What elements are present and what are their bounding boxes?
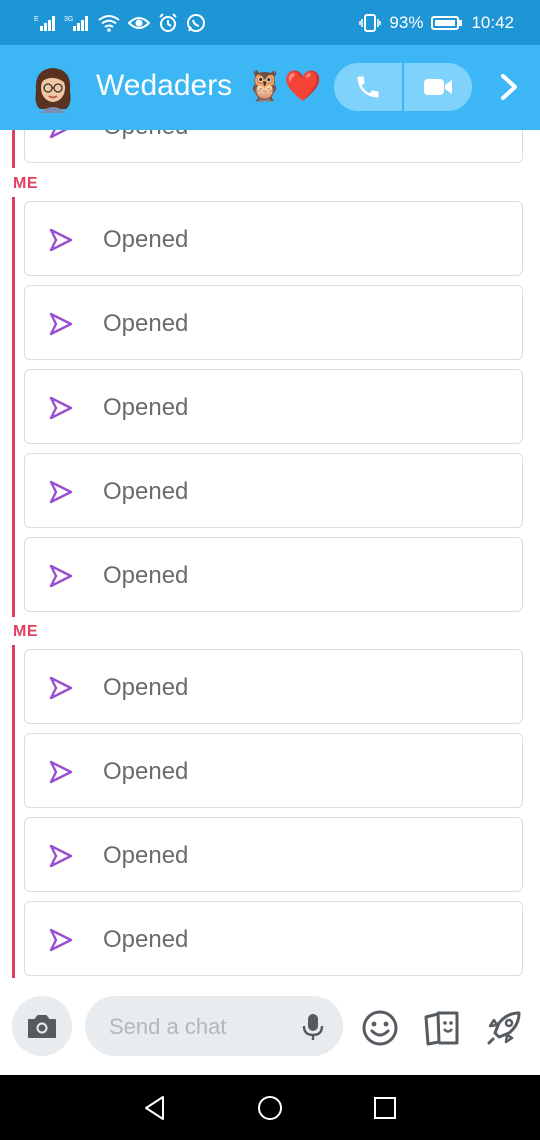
message-card[interactable]: Opened (24, 817, 523, 892)
system-nav-bar (0, 1075, 540, 1140)
sender-rail (12, 130, 15, 168)
stickers-icon[interactable] (423, 1009, 461, 1047)
message-card[interactable]: Opened (24, 901, 523, 976)
sent-arrow-icon (49, 760, 73, 784)
owl-emoji: 🦉 (246, 70, 284, 103)
chat-input-placeholder: Send a chat (109, 1014, 227, 1039)
battery-icon (431, 15, 463, 31)
sender-label: ME (13, 175, 38, 192)
back-icon[interactable] (141, 1094, 169, 1122)
emoji-icon[interactable] (361, 1009, 399, 1047)
video-call-button[interactable] (404, 63, 472, 111)
message-status: Opened (103, 130, 188, 141)
svg-text:E: E (34, 16, 39, 23)
message-status: Opened (103, 758, 189, 785)
phone-icon (357, 76, 379, 98)
sent-arrow-icon (49, 928, 73, 952)
message-status: Opened (103, 842, 189, 869)
message-card[interactable]: Opened (24, 130, 523, 163)
heart-emoji: ❤️ (284, 70, 322, 103)
contact-name[interactable]: Wedaders (96, 69, 232, 103)
message-status: Opened (103, 394, 189, 421)
sent-arrow-icon (49, 480, 73, 504)
message-status: Opened (103, 562, 189, 589)
sent-arrow-icon (49, 396, 73, 420)
sent-arrow-icon (49, 130, 68, 139)
sender-rail (12, 645, 15, 978)
status-bar-left: E 3G (34, 12, 206, 33)
sender-label: ME (13, 623, 38, 640)
chat-input-bar: Send a chat (0, 978, 540, 1075)
message-card[interactable]: Opened (24, 369, 523, 444)
camera-icon (28, 1015, 56, 1038)
status-bar: E 3G 93% 10:42 (0, 0, 540, 45)
message-status: Opened (103, 226, 189, 253)
message-status: Opened (103, 310, 189, 337)
recents-icon[interactable] (371, 1094, 399, 1122)
sender-rail (12, 197, 15, 617)
chat-messages[interactable]: Opened ME Opened Opened Opened Opened Op… (0, 130, 540, 978)
chevron-right-icon[interactable] (494, 72, 524, 102)
sent-arrow-icon (49, 844, 73, 868)
alarm-icon (158, 12, 178, 33)
message-card[interactable]: Opened (24, 453, 523, 528)
message-card[interactable]: Opened (24, 649, 523, 724)
signal-icon: E (34, 14, 56, 32)
whatsapp-icon (186, 13, 206, 33)
voice-call-button[interactable] (334, 63, 402, 111)
sent-arrow-icon (49, 564, 73, 588)
vibrate-icon (359, 13, 382, 33)
message-status: Opened (103, 478, 189, 505)
signal-icon: 3G (64, 14, 90, 32)
clock: 10:42 (471, 12, 514, 32)
video-icon (423, 79, 452, 95)
message-card[interactable]: Opened (24, 537, 523, 612)
rocket-icon[interactable] (485, 1009, 523, 1047)
message-status: Opened (103, 674, 189, 701)
message-card[interactable]: Opened (24, 201, 523, 276)
chat-header: Wedaders 🦉 ❤️ (0, 45, 540, 130)
wifi-icon (98, 14, 120, 32)
message-status: Opened (103, 926, 189, 953)
call-button-group (334, 63, 472, 111)
sent-arrow-icon (49, 228, 73, 252)
status-bar-right: 93% 10:42 (359, 13, 514, 33)
message-card[interactable]: Opened (24, 285, 523, 360)
camera-button[interactable] (12, 996, 72, 1056)
eye-icon (128, 15, 150, 31)
message-card[interactable]: Opened (24, 733, 523, 808)
sent-arrow-icon (49, 312, 73, 336)
svg-text:3G: 3G (64, 16, 73, 23)
avatar[interactable] (28, 63, 78, 113)
sent-arrow-icon (49, 676, 73, 700)
home-icon[interactable] (256, 1094, 284, 1122)
microphone-icon[interactable] (301, 1012, 325, 1042)
battery-percent: 93% (389, 12, 424, 32)
chat-text-input[interactable]: Send a chat (85, 996, 343, 1056)
